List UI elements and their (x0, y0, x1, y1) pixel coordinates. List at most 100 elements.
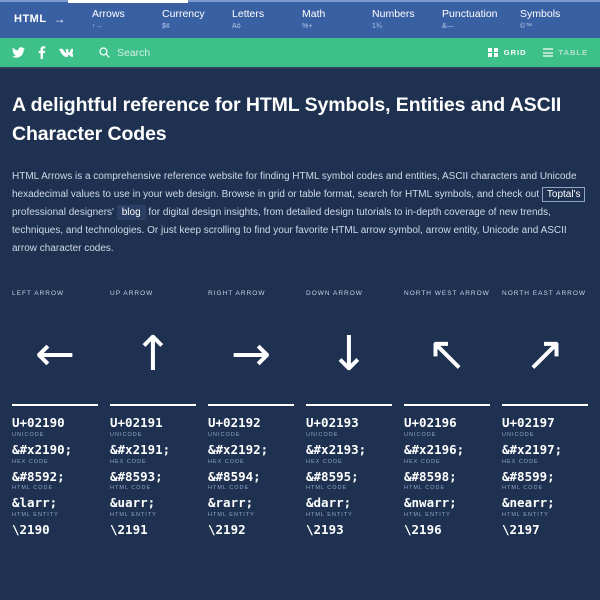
symbol-entity-label: HTML ENTITY (110, 511, 157, 518)
symbol-unicode-value: U+02193 (306, 415, 359, 431)
description-part-1: HTML Arrows is a comprehensive reference… (12, 170, 577, 200)
symbol-html-label: HTML CODE (306, 485, 348, 492)
nav-item-arrows[interactable]: Arrows ↑→ (92, 2, 162, 31)
nav-item-glyphs: &— (442, 23, 454, 31)
nav-item-letters[interactable]: Letters Aö (232, 2, 302, 31)
symbol-css-value: \2193 (306, 521, 344, 537)
symbol-name: NORTH WEST ARROW (404, 290, 490, 298)
symbol-entity-label: HTML ENTITY (404, 511, 451, 518)
symbol-name: UP ARROW (110, 290, 154, 298)
symbol-hex-value: &#x2192; (208, 442, 269, 458)
symbol-unicode-value: U+02190 (12, 415, 65, 431)
divider (110, 404, 196, 407)
symbol-unicode-row: U+02193 UNICODE (306, 415, 392, 438)
symbol-card-down-arrow[interactable]: DOWN ARROW ↓ U+02193 UNICODE &#x2193; HE… (300, 290, 398, 541)
symbol-name: RIGHT ARROW (208, 290, 266, 298)
grid-icon (488, 47, 498, 58)
symbol-unicode-row: U+02191 UNICODE (110, 415, 196, 438)
symbol-card-north-east-arrow[interactable]: NORTH EAST ARROW ↗ U+02197 UNICODE &#x21… (496, 290, 594, 541)
symbol-hex-label: HEX CODE (110, 458, 147, 465)
symbol-html-value: &#8594; (208, 468, 261, 484)
symbol-html-label: HTML CODE (12, 485, 54, 492)
symbol-unicode-row: U+02197 UNICODE (502, 415, 588, 438)
symbol-unicode-label: UNICODE (208, 432, 241, 439)
brand-logo-html-arrows[interactable]: HTML → (14, 2, 66, 26)
symbol-name: DOWN ARROW (306, 290, 363, 298)
twitter-icon[interactable] (12, 47, 25, 58)
symbol-hex-label: HEX CODE (12, 458, 49, 465)
nav-item-label: Letters (232, 8, 265, 20)
nav-item-label: Currency (162, 8, 205, 20)
symbol-html-value: &#8595; (306, 468, 359, 484)
symbol-card-left-arrow[interactable]: LEFT ARROW ← U+02190 UNICODE &#x2190; HE… (6, 290, 104, 541)
divider (306, 404, 392, 407)
symbol-html-row: &#8594; HTML CODE (208, 469, 294, 492)
symbol-card-up-arrow[interactable]: UP ARROW ↑ U+02191 UNICODE &#x2191; HEX … (104, 290, 202, 541)
nav-item-label: Arrows (92, 8, 125, 20)
divider (12, 404, 98, 407)
symbol-entity-row: &nwarr; HTML ENTITY (404, 495, 490, 518)
divider (208, 404, 294, 407)
symbol-hex-value: &#x2193; (306, 442, 367, 458)
symbol-html-row: &#8599; HTML CODE (502, 469, 588, 492)
symbol-css-row: \2193 (306, 522, 392, 538)
symbol-unicode-label: UNICODE (404, 432, 437, 439)
symbol-html-value: &#8599; (502, 468, 555, 484)
symbol-unicode-value: U+02192 (208, 415, 261, 431)
facebook-icon[interactable] (38, 46, 46, 59)
nav-item-numbers[interactable]: Numbers 1¾ (372, 2, 442, 31)
symbol-entity-value: &rarr; (208, 495, 254, 511)
link-blog[interactable]: blog (116, 204, 146, 220)
symbol-card-right-arrow[interactable]: RIGHT ARROW → U+02192 UNICODE &#x2192; H… (202, 290, 300, 541)
symbol-css-value: \2192 (208, 521, 246, 537)
symbol-hex-value: &#x2197; (502, 442, 563, 458)
symbol-entity-row: &darr; HTML ENTITY (306, 495, 392, 518)
symbol-css-row: \2190 (12, 522, 98, 538)
symbol-hex-value: &#x2190; (12, 442, 73, 458)
social-links (12, 46, 73, 59)
nav-item-glyphs: %+ (302, 23, 313, 31)
symbol-html-row: &#8592; HTML CODE (12, 469, 98, 492)
view-toggle-label: TABLE (558, 48, 588, 57)
symbol-entity-label: HTML ENTITY (306, 511, 353, 518)
nav-items: Arrows ↑→ Currency $¢ Letters Aö Math %+… (66, 2, 600, 31)
brand-label: HTML (14, 13, 47, 25)
view-toggle-table[interactable]: TABLE (542, 48, 588, 57)
symbol-hex-label: HEX CODE (404, 458, 441, 465)
symbol-hex-row: &#x2192; HEX CODE (208, 442, 294, 465)
symbol-html-row: &#8593; HTML CODE (110, 469, 196, 492)
symbol-unicode-row: U+02192 UNICODE (208, 415, 294, 438)
symbol-html-label: HTML CODE (502, 485, 544, 492)
link-toptal[interactable]: Toptal's (541, 186, 586, 202)
utility-bar: GRID TABLE (0, 38, 600, 69)
top-navigation-bar: HTML → Arrows ↑→ Currency $¢ Letters Aö … (0, 0, 600, 38)
symbol-entity-value: &nwarr; (404, 495, 457, 511)
vk-icon[interactable] (59, 48, 73, 57)
view-toggle-grid[interactable]: GRID (488, 47, 526, 58)
search-box[interactable] (99, 46, 488, 59)
symbol-css-value: \2190 (12, 521, 50, 537)
symbol-entity-value: &nearr; (502, 495, 555, 511)
symbol-name: LEFT ARROW (12, 290, 65, 298)
nav-item-label: Punctuation (442, 8, 498, 20)
symbol-html-value: &#8593; (110, 468, 163, 484)
search-icon (99, 47, 110, 58)
symbol-hex-label: HEX CODE (502, 458, 539, 465)
hero-section: A delightful reference for HTML Symbols,… (0, 69, 600, 258)
symbol-entity-row: &uarr; HTML ENTITY (110, 495, 196, 518)
symbol-name: NORTH EAST ARROW (502, 290, 587, 298)
symbol-unicode-label: UNICODE (502, 432, 535, 439)
symbol-css-value: \2191 (110, 521, 148, 537)
nav-item-currency[interactable]: Currency $¢ (162, 2, 232, 31)
nav-item-math[interactable]: Math %+ (302, 2, 372, 31)
symbol-card-north-west-arrow[interactable]: NORTH WEST ARROW ↖ U+02196 UNICODE &#x21… (398, 290, 496, 541)
table-icon (542, 48, 553, 57)
nav-item-symbols[interactable]: Symbols ©™ (520, 2, 590, 31)
symbol-hex-row: &#x2191; HEX CODE (110, 442, 196, 465)
active-tab-indicator (68, 0, 188, 3)
symbol-css-value: \2197 (502, 521, 540, 537)
symbol-entity-row: &larr; HTML ENTITY (12, 495, 98, 518)
nav-item-label: Numbers (372, 8, 415, 20)
search-input[interactable] (117, 46, 317, 59)
nav-item-punctuation[interactable]: Punctuation &— (442, 2, 520, 31)
